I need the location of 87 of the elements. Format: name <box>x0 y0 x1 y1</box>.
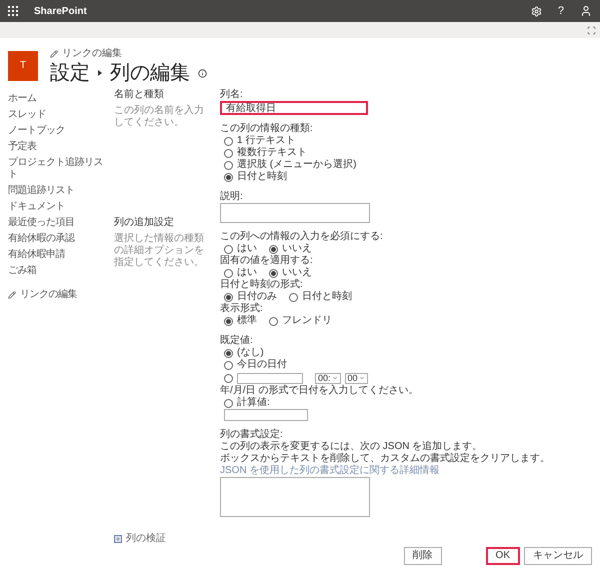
radio-label: 日付と時刻 <box>237 171 287 183</box>
nav-link[interactable]: ごみ箱 <box>8 265 110 277</box>
radio-label: フレンドリ <box>282 315 332 327</box>
nav-link[interactable]: 問題追跡リスト <box>8 185 110 197</box>
radio-button[interactable] <box>289 292 298 302</box>
chevron-down-icon <box>358 375 365 381</box>
minute-dropdown[interactable]: 00 <box>344 372 368 384</box>
radio-label: はい <box>237 243 257 255</box>
nav-link[interactable]: プロジェクト追跡リスト <box>8 157 110 181</box>
radio-label: 1 行テキスト <box>237 135 296 146</box>
radio-button[interactable] <box>224 292 233 302</box>
focus-mode-icon[interactable] <box>587 26 596 34</box>
section-description: この列の名前を入力してください。 <box>114 105 205 129</box>
page-title: 列の編集 <box>110 61 190 85</box>
cancel-button[interactable]: キャンセル <box>524 547 592 565</box>
nav-link[interactable]: 有給休暇申請 <box>8 249 110 261</box>
radio-label: 今日の日付 <box>237 359 287 371</box>
radio-button[interactable] <box>269 316 278 326</box>
field-label: 固有の値を適用する: <box>220 255 314 267</box>
app-title[interactable]: SharePoint <box>34 4 87 18</box>
radio-button[interactable] <box>224 172 233 182</box>
radio-label: 標準 <box>237 315 257 327</box>
edit-links-link[interactable]: リンクの編集 <box>20 289 77 301</box>
radio-label: 日付と時刻 <box>302 291 352 303</box>
user-icon[interactable] <box>580 5 592 17</box>
section-description: 選択した情報の種類の詳細オプションを指定してください。 <box>114 233 205 269</box>
info-icon[interactable] <box>198 68 207 78</box>
description-field[interactable] <box>220 203 370 223</box>
nav-link[interactable]: 最近使った項目 <box>8 217 110 229</box>
column-name-field[interactable]: 有給取得日 <box>220 101 368 115</box>
radio-button[interactable] <box>224 316 233 326</box>
page-title: 設定 <box>50 61 90 85</box>
radio-button[interactable] <box>224 160 233 170</box>
radio-label: いいえ <box>282 243 312 255</box>
delete-button[interactable]: 削除 <box>404 547 442 565</box>
nav-link[interactable]: 有給休暇の承認 <box>8 233 110 245</box>
field-label: 表示形式: <box>220 303 264 314</box>
radio-button[interactable] <box>224 244 233 254</box>
nav-link[interactable]: ノートブック <box>8 125 110 137</box>
help-text: ボックスからテキストを削除して、カスタムの書式設定をクリアします。 <box>220 453 551 464</box>
section-title: 名前と種類 <box>114 89 165 101</box>
field-label: この列の情報の種類: <box>220 123 314 135</box>
radio-button[interactable] <box>269 268 278 278</box>
field-label: 列の書式設定: <box>220 429 284 440</box>
radio-button[interactable] <box>224 348 233 358</box>
field-label: この列への情報の入力を必須にする: <box>220 231 384 243</box>
radio-label: (なし) <box>237 347 264 359</box>
radio-button[interactable] <box>224 360 233 370</box>
expand-toggle-icon[interactable] <box>114 535 122 543</box>
radio-button[interactable] <box>224 398 233 408</box>
radio-button[interactable] <box>224 374 233 382</box>
nav-link[interactable]: ドキュメント <box>8 201 110 213</box>
radio-label: はい <box>237 267 257 278</box>
radio-label: 日付のみ <box>237 291 277 302</box>
section-title: 列の追加設定 <box>114 217 175 229</box>
date-field[interactable] <box>237 372 303 384</box>
hour-dropdown[interactable]: 00: <box>315 372 341 384</box>
radio-label: 複数行テキスト <box>237 147 307 158</box>
field-label: 説明: <box>220 191 244 203</box>
field-label: 日付と時刻の形式: <box>220 279 304 291</box>
app-launcher-icon[interactable] <box>8 6 18 16</box>
radio-label: 選択肢 (メニューから選択) <box>237 159 356 170</box>
validation-link[interactable]: 列の検証 <box>126 533 166 545</box>
nav-link[interactable]: 予定表 <box>8 141 110 153</box>
settings-icon[interactable] <box>530 6 542 16</box>
pencil-icon <box>8 291 16 299</box>
json-field[interactable] <box>220 477 370 517</box>
chevron-down-icon <box>332 375 338 381</box>
nav-link[interactable]: スレッド <box>8 109 110 121</box>
formula-field[interactable] <box>224 409 308 421</box>
help-button[interactable]: ? <box>558 2 564 20</box>
field-label: 既定値: <box>220 335 254 347</box>
pencil-icon <box>50 50 58 58</box>
field-label: 列名: <box>220 89 244 101</box>
edit-links-link[interactable]: リンクの編集 <box>62 46 122 61</box>
radio-button[interactable] <box>224 136 233 146</box>
radio-button[interactable] <box>269 244 278 254</box>
help-text: この列の表示を変更するには、次の JSON を追加します。 <box>220 441 484 452</box>
radio-label: いいえ <box>282 267 312 278</box>
ok-button[interactable]: OK <box>486 547 520 565</box>
nav-link[interactable]: ホーム <box>8 93 110 105</box>
breadcrumb-arrow-icon <box>98 70 102 76</box>
radio-label: 計算値: <box>237 397 270 409</box>
radio-button[interactable] <box>224 148 233 158</box>
site-logo[interactable]: T <box>8 50 38 80</box>
hint-text: 年/月/日 の形式で日付を入力してください。 <box>220 385 420 396</box>
radio-button[interactable] <box>224 268 233 278</box>
